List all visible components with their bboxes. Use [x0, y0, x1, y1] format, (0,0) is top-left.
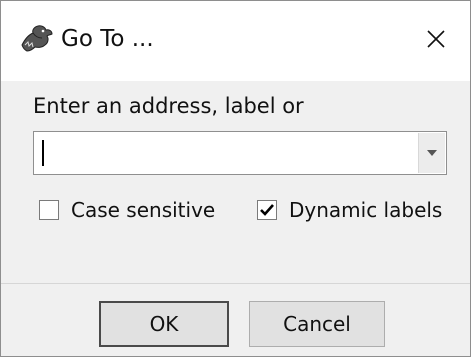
dynamic-labels-label: Dynamic labels: [289, 198, 443, 222]
close-button[interactable]: [416, 19, 456, 59]
dynamic-labels-option[interactable]: Dynamic labels: [257, 197, 442, 223]
dynamic-labels-checkbox[interactable]: [257, 200, 277, 220]
checkmark-icon: [260, 204, 274, 216]
text-caret: [42, 140, 44, 166]
ok-button[interactable]: OK: [99, 301, 229, 347]
close-icon: [427, 30, 445, 48]
address-combobox[interactable]: [33, 131, 447, 175]
address-input[interactable]: [38, 136, 416, 170]
address-prompt-label: Enter an address, label or: [33, 94, 304, 118]
case-sensitive-label: Case sensitive: [71, 198, 216, 222]
chevron-down-icon: [427, 150, 437, 156]
dropdown-button[interactable]: [418, 133, 445, 173]
button-area-divider: [1, 283, 470, 284]
dialog-title: Go To ...: [61, 26, 154, 52]
cancel-button[interactable]: Cancel: [249, 301, 385, 347]
case-sensitive-checkbox[interactable]: [39, 200, 59, 220]
case-sensitive-option[interactable]: Case sensitive: [39, 197, 215, 223]
title-bar: Go To ...: [1, 1, 470, 81]
go-to-dialog: Go To ... Enter an address, label or Cas…: [0, 0, 471, 357]
dragon-icon: [19, 23, 55, 53]
